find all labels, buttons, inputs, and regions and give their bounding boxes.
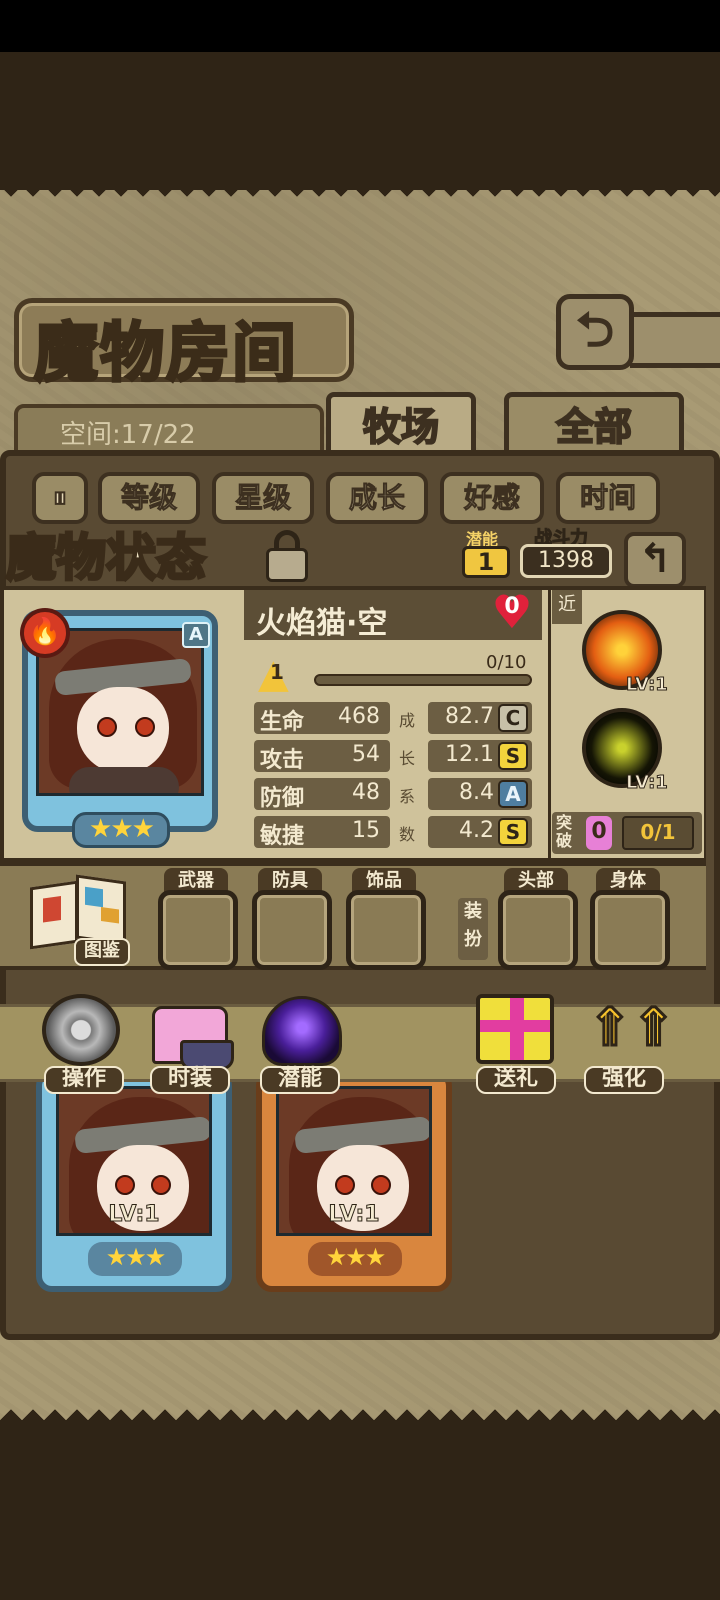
card-stars: ★★★ xyxy=(88,1242,182,1276)
armor-slot[interactable] xyxy=(252,890,332,970)
return-arrow-icon: ↰ xyxy=(638,536,672,582)
torn-edge-top xyxy=(0,186,720,208)
filter-level-button[interactable]: 等级 xyxy=(98,472,200,524)
card-level: LV:1 xyxy=(108,1202,160,1228)
skill-level: LV:1 xyxy=(626,772,669,794)
gift-icon[interactable] xyxy=(476,994,554,1064)
back-button[interactable]: ⮌ xyxy=(556,294,634,370)
breakthrough-progress: 0/1 xyxy=(622,816,694,850)
action-costume-button[interactable]: 时装 xyxy=(150,1066,230,1094)
growth-grade: S xyxy=(498,742,528,770)
breakthrough-count: 0 xyxy=(586,816,612,850)
growth-value: 4.2 xyxy=(459,818,494,843)
monster-card[interactable]: LV:1 ★★★ xyxy=(36,1070,232,1292)
space-count: 空间:17/22 xyxy=(60,420,196,450)
monster-card[interactable]: LV:1 ★★★ xyxy=(256,1070,452,1292)
growth-grade: A xyxy=(498,780,528,808)
filter-time-button[interactable]: 时间 xyxy=(556,472,660,524)
action-potential-button[interactable]: 潜能 xyxy=(260,1066,340,1094)
back-arrow-icon: ⮌ xyxy=(575,302,615,358)
growth-value: 12.1 xyxy=(445,742,494,767)
level-value: 1 xyxy=(270,660,284,684)
breakthrough-label: 突破 xyxy=(556,813,573,850)
growth-label: 成长系数 xyxy=(398,711,415,844)
outfit-label: 装扮 xyxy=(458,898,488,960)
exp-bar xyxy=(314,674,532,686)
background-bottom xyxy=(0,1420,720,1600)
sort-toggle-icon: ⏸ xyxy=(52,481,67,515)
action-enhance-button[interactable]: 强化 xyxy=(584,1066,664,1094)
growth-grade: S xyxy=(498,818,528,846)
growth-value: 82.7 xyxy=(445,704,494,729)
action-gift-button[interactable]: 送礼 xyxy=(476,1066,556,1094)
skill-level: LV:1 xyxy=(626,674,669,696)
rank-badge: A xyxy=(182,622,210,648)
fire-element-icon: 🔥 xyxy=(20,608,70,658)
stat-value: 468 xyxy=(338,704,380,729)
monster-portrait xyxy=(36,628,204,796)
growth-grade: C xyxy=(498,704,528,732)
codex-button[interactable]: 图鉴 xyxy=(74,938,130,966)
upgrade-arrows-icon[interactable]: ⇑⇑ xyxy=(587,996,677,1066)
affection-value: 0 xyxy=(504,594,520,619)
torn-edge-bottom xyxy=(0,1398,720,1420)
range-tag: 近 xyxy=(552,590,582,624)
background-top xyxy=(0,52,720,192)
close-status-button[interactable]: ↰ xyxy=(624,532,686,588)
game-screen: 魔物房间 ⮌ 空间:17/22 牧场 全部 ⏸ 等级 星级 成长 好感 时间 L… xyxy=(0,0,720,1600)
action-operate-button[interactable]: 操作 xyxy=(44,1066,124,1094)
card-level: LV:1 xyxy=(328,1202,380,1228)
potential-value: 1 xyxy=(462,546,510,578)
status-title: 魔物状态 xyxy=(5,527,208,589)
gear-icon[interactable] xyxy=(42,994,120,1066)
lock-icon[interactable] xyxy=(260,528,314,584)
star-rating: ★★★ xyxy=(72,812,170,848)
potential-icon[interactable] xyxy=(262,996,342,1066)
exp-value: 0/10 xyxy=(486,652,527,673)
page-title: 魔物房间 xyxy=(33,315,298,393)
growth-value: 8.4 xyxy=(459,780,494,805)
stat-value: 15 xyxy=(352,818,380,843)
filter-growth-button[interactable]: 成长 xyxy=(326,472,428,524)
weapon-slot[interactable] xyxy=(158,890,238,970)
back-button-rail xyxy=(630,312,720,368)
card-stars: ★★★ xyxy=(308,1242,402,1276)
monster-name: 火焰猫·空 xyxy=(256,606,388,641)
power-value: 1398 xyxy=(520,544,612,578)
head-slot[interactable] xyxy=(498,890,578,970)
body-slot[interactable] xyxy=(590,890,670,970)
filter-star-button[interactable]: 星级 xyxy=(212,472,314,524)
stat-value: 54 xyxy=(352,742,380,767)
accessory-slot[interactable] xyxy=(346,890,426,970)
sort-toggle-button[interactable]: ⏸ xyxy=(32,472,88,524)
stat-value: 48 xyxy=(352,780,380,805)
status-bar xyxy=(0,0,720,52)
filter-affection-button[interactable]: 好感 xyxy=(440,472,544,524)
